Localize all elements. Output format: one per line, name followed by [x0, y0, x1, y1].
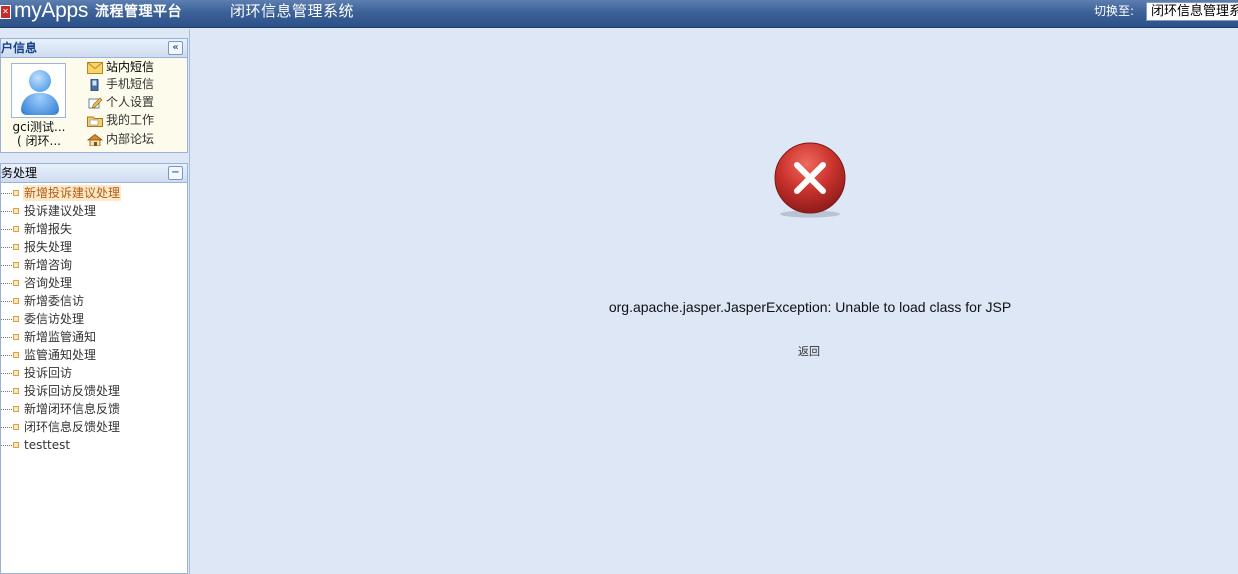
user-group: ( 闭环... — [17, 134, 61, 148]
bullet-icon — [13, 190, 19, 196]
tree-item-label: 新增委信访 — [24, 294, 85, 308]
tree-item-label: 新增闭环信息反馈 — [24, 402, 121, 416]
business-header: 业务处理 − — [0, 163, 188, 183]
bullet-icon — [13, 424, 19, 430]
error-icon — [774, 142, 846, 218]
collapse-business-button[interactable]: − — [168, 166, 183, 180]
user-info-panel: gci测试... ( 闭环... 站内短信 手机短信 个人设置 我的工作 内部论… — [0, 58, 188, 153]
switch-label: 切换至: — [1094, 4, 1135, 18]
bullet-icon — [13, 316, 19, 322]
system-switch-select[interactable]: 闭环信息管理系统 — [1146, 2, 1238, 21]
collapse-sidebar-button[interactable]: « — [168, 41, 183, 55]
tree-item-label: 闭环信息反馈处理 — [24, 420, 121, 434]
bullet-icon — [13, 244, 19, 250]
error-message: org.apache.jasper.JasperException: Unabl… — [608, 299, 1012, 315]
menu-item-label: 内部论坛 — [106, 132, 155, 146]
home-forum-icon — [87, 134, 103, 146]
main-content: org.apache.jasper.JasperException: Unabl… — [189, 29, 1238, 574]
bullet-icon — [13, 262, 19, 268]
bullet-icon — [13, 280, 19, 286]
tree-item-label: 报失处理 — [24, 240, 73, 254]
bullet-icon — [13, 388, 19, 394]
edit-settings-icon — [88, 97, 103, 109]
tree-item-label: 投诉回访 — [24, 366, 73, 380]
tree-item-label: 监管通知处理 — [24, 348, 97, 362]
bullet-icon — [13, 442, 19, 448]
user-body-icon — [21, 93, 59, 115]
menu-item-label: 站内短信 — [106, 60, 155, 74]
bullet-icon — [13, 370, 19, 376]
logo-text: myApps — [14, 0, 89, 22]
business-tree: 新增投诉建议处理 投诉建议处理 新增报失 报失处理 新增咨询 咨询处理 新增委信… — [0, 183, 188, 574]
tree-item-label: 新增投诉建议处理 — [23, 185, 122, 201]
tree-item-label: 新增报失 — [24, 222, 73, 236]
app-logo: ✕ myApps 流程管理平台 — [0, 0, 190, 28]
system-title: 闭环信息管理系统 — [230, 2, 355, 20]
tree-item-label: 投诉回访反馈处理 — [24, 384, 121, 398]
bullet-icon — [13, 334, 19, 340]
tree-item-label: 新增咨询 — [24, 258, 73, 272]
menu-item-label: 我的工作 — [106, 113, 155, 127]
menu-item-label: 手机短信 — [106, 77, 155, 91]
tree-item-label: testtest — [24, 438, 71, 452]
business-title: 业务处理 — [0, 166, 38, 180]
back-link[interactable]: 返回 — [798, 345, 820, 359]
user-head-icon — [29, 70, 51, 92]
bullet-icon — [13, 298, 19, 304]
user-info-header: 用户信息 « — [0, 38, 188, 58]
mobile-phone-icon — [90, 79, 99, 91]
menu-item-label: 个人设置 — [106, 95, 155, 109]
top-header: ✕ myApps 流程管理平台 闭环信息管理系统 切换至: 闭环信息管理系统 — [0, 0, 1238, 28]
logo-icon: ✕ — [0, 5, 11, 19]
folder-work-icon — [87, 116, 103, 127]
logo-subtitle: 流程管理平台 — [95, 4, 182, 20]
left-sidebar: 用户信息 « gci测试... ( 闭环... 站内短信 手机短信 个人设置 我… — [0, 38, 189, 574]
tree-item-label: 新增监管通知 — [24, 330, 97, 344]
bullet-icon — [13, 226, 19, 232]
tree-item-label: 委信访处理 — [24, 312, 85, 326]
tree-item-label: 投诉建议处理 — [24, 204, 97, 218]
tree-item-label: 咨询处理 — [24, 276, 73, 290]
user-name[interactable]: gci测试... — [4, 120, 74, 134]
user-info-title: 用户信息 — [0, 41, 38, 55]
bullet-icon — [13, 406, 19, 412]
mail-icon — [87, 62, 103, 74]
avatar — [11, 63, 66, 118]
bullet-icon — [13, 208, 19, 214]
bullet-icon — [13, 352, 19, 358]
